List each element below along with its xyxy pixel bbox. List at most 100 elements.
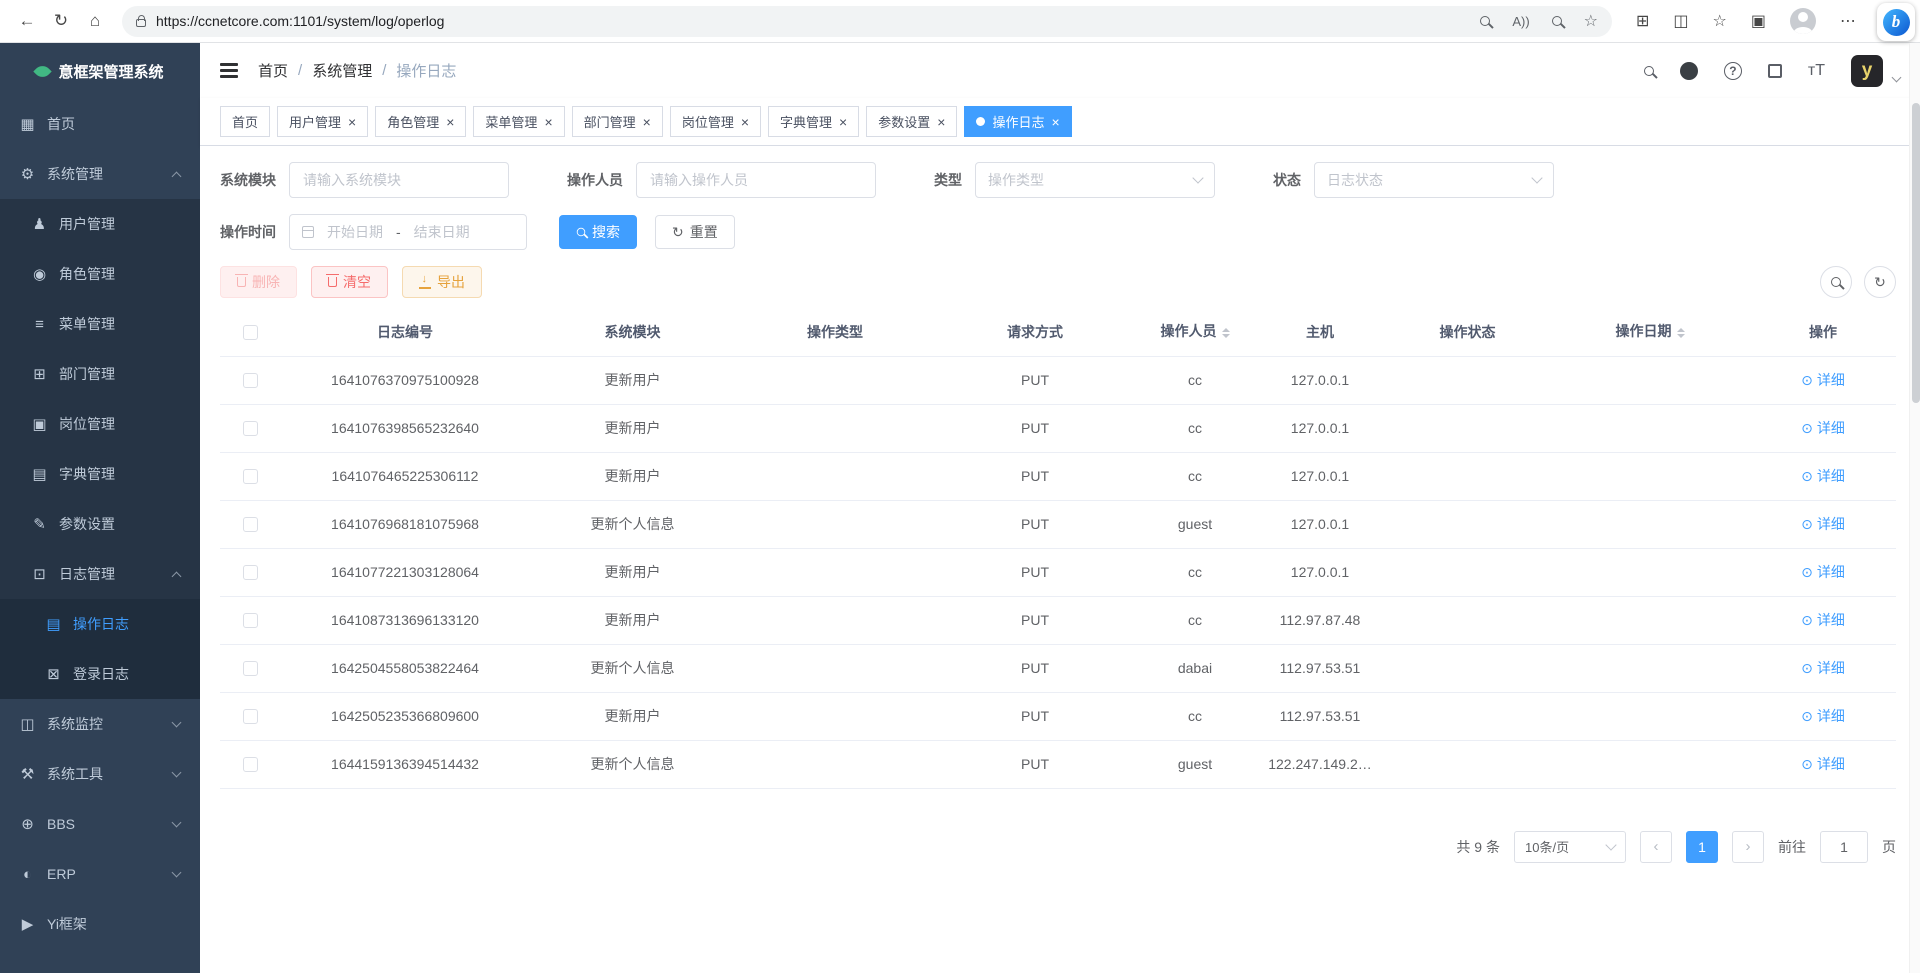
detail-link[interactable]: ⊙详细: [1801, 466, 1845, 486]
collections-icon[interactable]: ▣: [1751, 11, 1766, 31]
module-input[interactable]: [289, 162, 509, 198]
row-checkbox[interactable]: [243, 421, 258, 436]
reset-button[interactable]: ↻ 重置: [655, 215, 735, 249]
sidebar-item-operation-log[interactable]: ▤ 操作日志: [0, 599, 200, 649]
tab-role-mgmt[interactable]: 角色管理 ×: [375, 106, 466, 137]
row-checkbox[interactable]: [243, 613, 258, 628]
help-icon[interactable]: ?: [1724, 62, 1742, 80]
date-range-input[interactable]: 开始日期 - 结束日期: [289, 214, 527, 250]
detail-link[interactable]: ⊙详细: [1801, 562, 1845, 582]
sidebar-item-yi-framework[interactable]: ▶ Yi框架: [0, 899, 200, 949]
detail-link[interactable]: ⊙详细: [1801, 706, 1845, 726]
tab-home[interactable]: 首页: [220, 106, 270, 137]
goto-page-input[interactable]: [1820, 831, 1868, 863]
sidebar-item-user-mgmt[interactable]: ♟ 用户管理: [0, 199, 200, 249]
search-icon[interactable]: [1644, 66, 1654, 76]
extensions-icon[interactable]: ⊞: [1636, 11, 1649, 31]
close-tab-icon[interactable]: ×: [741, 115, 749, 129]
next-page-button[interactable]: ›: [1732, 831, 1764, 863]
sidebar-item-menu-mgmt[interactable]: ≡ 菜单管理: [0, 299, 200, 349]
github-icon[interactable]: [1680, 62, 1698, 80]
row-checkbox[interactable]: [243, 661, 258, 676]
zoom-out-icon[interactable]: [1552, 16, 1562, 26]
tab-dict-mgmt[interactable]: 字典管理 ×: [768, 106, 859, 137]
user-avatar[interactable]: y: [1851, 55, 1883, 87]
page-size-select[interactable]: 10条/页: [1514, 831, 1626, 863]
tab-operation-log[interactable]: 操作日志 ×: [964, 106, 1071, 137]
sort-icon[interactable]: [1222, 324, 1230, 343]
select-all-checkbox[interactable]: [243, 325, 258, 340]
chevron-down-icon[interactable]: [1892, 73, 1902, 83]
browser-profile-avatar[interactable]: [1790, 8, 1816, 34]
row-checkbox[interactable]: [243, 469, 258, 484]
export-button[interactable]: 导出: [402, 266, 482, 298]
fullscreen-icon[interactable]: [1768, 64, 1782, 78]
operator-input[interactable]: [636, 162, 876, 198]
back-icon[interactable]: ←: [10, 4, 44, 38]
tab-param-settings[interactable]: 参数设置 ×: [866, 106, 957, 137]
status-select[interactable]: 日志状态: [1314, 162, 1554, 198]
read-aloud-icon[interactable]: A)): [1512, 14, 1529, 29]
delete-button[interactable]: 删除: [220, 266, 297, 298]
clear-button[interactable]: 清空: [311, 266, 388, 298]
close-tab-icon[interactable]: ×: [937, 115, 945, 129]
prev-page-button[interactable]: ‹: [1640, 831, 1672, 863]
type-select[interactable]: 操作类型: [975, 162, 1215, 198]
breadcrumb-system-mgmt[interactable]: 系统管理: [312, 60, 372, 81]
sidebar-item-dict-mgmt[interactable]: ▤ 字典管理: [0, 449, 200, 499]
address-bar[interactable]: https://ccnetcore.com:1101/system/log/op…: [122, 6, 1612, 37]
sidebar-item-system-mgmt[interactable]: ⚙ 系统管理: [0, 149, 200, 199]
sidebar-item-system-monitor[interactable]: ◫ 系统监控: [0, 699, 200, 749]
sidebar-item-dept-mgmt[interactable]: ⊞ 部门管理: [0, 349, 200, 399]
favorites-bar-icon[interactable]: ☆: [1713, 11, 1727, 31]
close-tab-icon[interactable]: ×: [643, 115, 651, 129]
tab-user-mgmt[interactable]: 用户管理 ×: [277, 106, 368, 137]
favorite-star-icon[interactable]: ☆: [1584, 11, 1598, 31]
split-screen-icon[interactable]: ◫: [1673, 11, 1688, 31]
sidebar-item-param-settings[interactable]: ✎ 参数设置: [0, 499, 200, 549]
password-key-icon[interactable]: [1480, 16, 1490, 26]
row-checkbox[interactable]: [243, 565, 258, 580]
text-size-icon[interactable]: тT: [1808, 62, 1825, 80]
row-checkbox[interactable]: [243, 517, 258, 532]
detail-link[interactable]: ⊙详细: [1801, 418, 1845, 438]
row-checkbox[interactable]: [243, 373, 258, 388]
show-search-button[interactable]: [1820, 266, 1852, 298]
row-checkbox[interactable]: [243, 709, 258, 724]
sidebar-item-bbs[interactable]: ⊕ BBS: [0, 799, 200, 849]
detail-link[interactable]: ⊙详细: [1801, 370, 1845, 390]
sidebar-item-post-mgmt[interactable]: ▣ 岗位管理: [0, 399, 200, 449]
refresh-table-button[interactable]: ↻: [1864, 266, 1896, 298]
bing-sidebar-button[interactable]: b: [1877, 3, 1915, 41]
detail-link[interactable]: ⊙详细: [1801, 658, 1845, 678]
refresh-icon[interactable]: ↻: [44, 4, 78, 38]
close-tab-icon[interactable]: ×: [1051, 115, 1059, 129]
detail-link[interactable]: ⊙详细: [1801, 514, 1845, 534]
tab-post-mgmt[interactable]: 岗位管理 ×: [670, 106, 761, 137]
column-operator[interactable]: 操作人员: [1161, 323, 1217, 339]
close-tab-icon[interactable]: ×: [839, 115, 847, 129]
detail-link[interactable]: ⊙详细: [1801, 610, 1845, 630]
sidebar-item-login-log[interactable]: ⊠ 登录日志: [0, 649, 200, 699]
more-menu-icon[interactable]: ⋯: [1840, 11, 1856, 31]
scrollbar[interactable]: [1909, 43, 1920, 973]
breadcrumb-home[interactable]: 首页: [258, 60, 288, 81]
close-tab-icon[interactable]: ×: [544, 115, 552, 129]
sidebar-item-system-tools[interactable]: ⚒ 系统工具: [0, 749, 200, 799]
tab-dept-mgmt[interactable]: 部门管理 ×: [572, 106, 663, 137]
scrollbar-thumb[interactable]: [1912, 103, 1920, 403]
close-tab-icon[interactable]: ×: [348, 115, 356, 129]
sort-icon[interactable]: [1677, 324, 1685, 343]
hamburger-icon[interactable]: [220, 63, 238, 77]
row-checkbox[interactable]: [243, 757, 258, 772]
home-icon[interactable]: ⌂: [78, 4, 112, 38]
sidebar-item-erp[interactable]: ◐ ERP: [0, 849, 200, 899]
sidebar-item-role-mgmt[interactable]: ◉ 角色管理: [0, 249, 200, 299]
search-button[interactable]: 搜索: [559, 215, 637, 249]
sidebar-item-log-mgmt[interactable]: ⊡ 日志管理: [0, 549, 200, 599]
url-text[interactable]: https://ccnetcore.com:1101/system/log/op…: [156, 13, 1480, 29]
detail-link[interactable]: ⊙详细: [1801, 754, 1845, 774]
tab-menu-mgmt[interactable]: 菜单管理 ×: [473, 106, 564, 137]
sidebar-item-home[interactable]: ▦ 首页: [0, 99, 200, 149]
close-tab-icon[interactable]: ×: [446, 115, 454, 129]
